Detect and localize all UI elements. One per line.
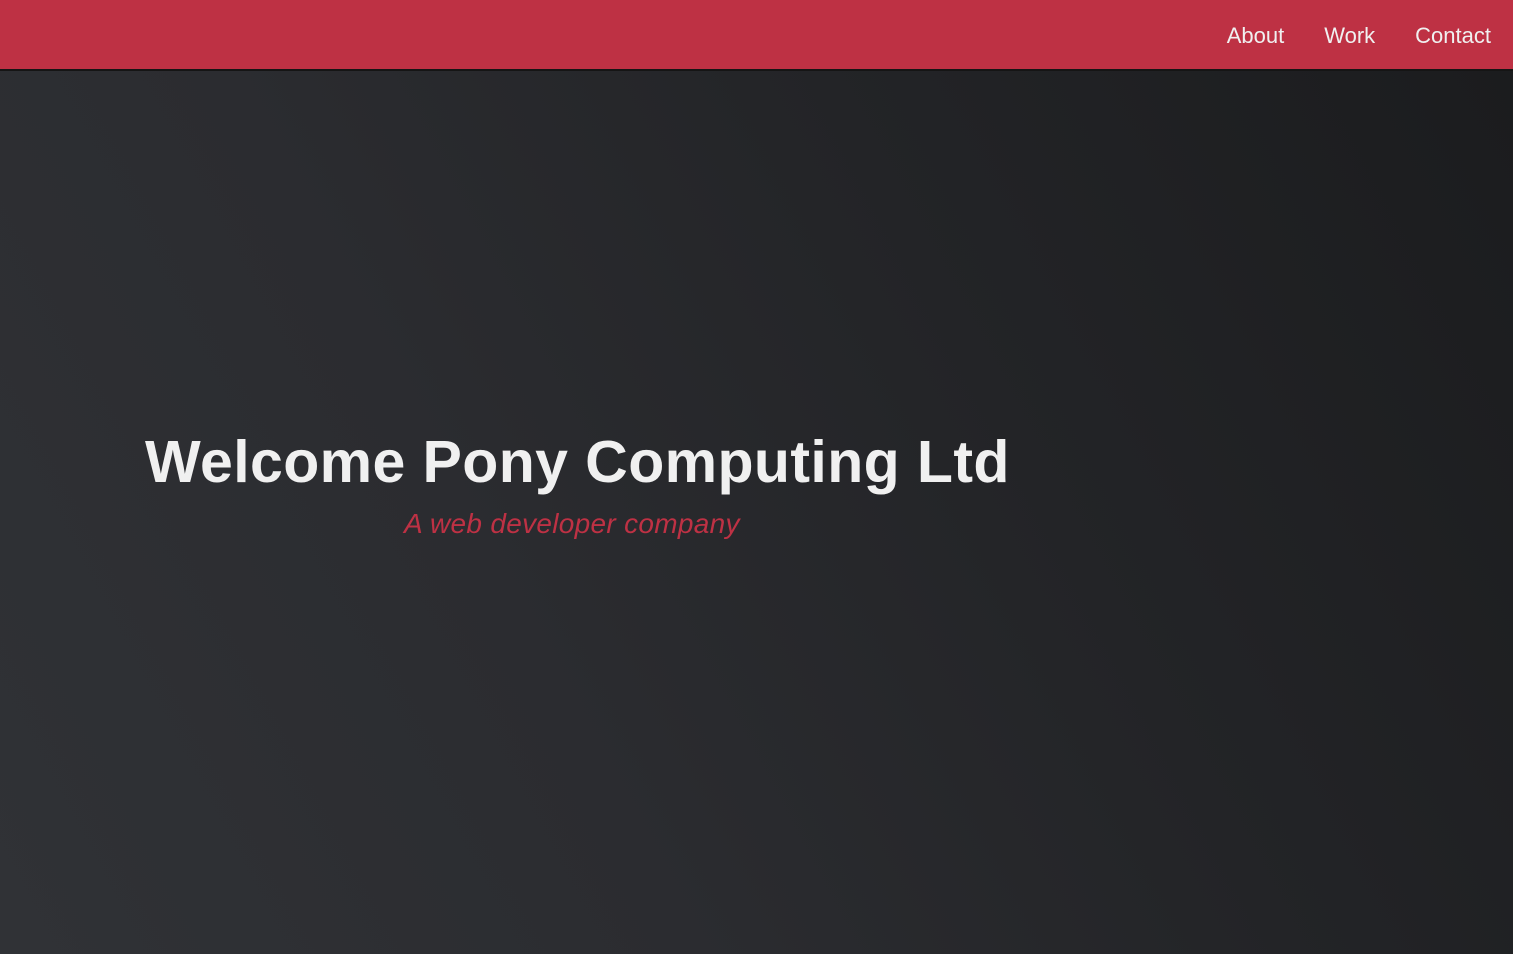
nav-item-work: Work [1324, 0, 1375, 71]
navbar: About Work Contact [0, 0, 1513, 71]
nav-item-about: About [1227, 0, 1285, 71]
nav-link-about[interactable]: About [1227, 0, 1285, 71]
welcome-title: Welcome Pony Computing Ltd [145, 429, 1010, 495]
welcome-subtitle: A web developer company [404, 508, 740, 539]
nav-link-contact[interactable]: Contact [1415, 0, 1491, 71]
welcome-section: Welcome Pony Computing Ltd A web develop… [0, 71, 1513, 954]
nav-list: About Work Contact [1187, 0, 1491, 71]
nav-item-contact: Contact [1415, 0, 1491, 71]
nav-link-work[interactable]: Work [1324, 0, 1375, 71]
